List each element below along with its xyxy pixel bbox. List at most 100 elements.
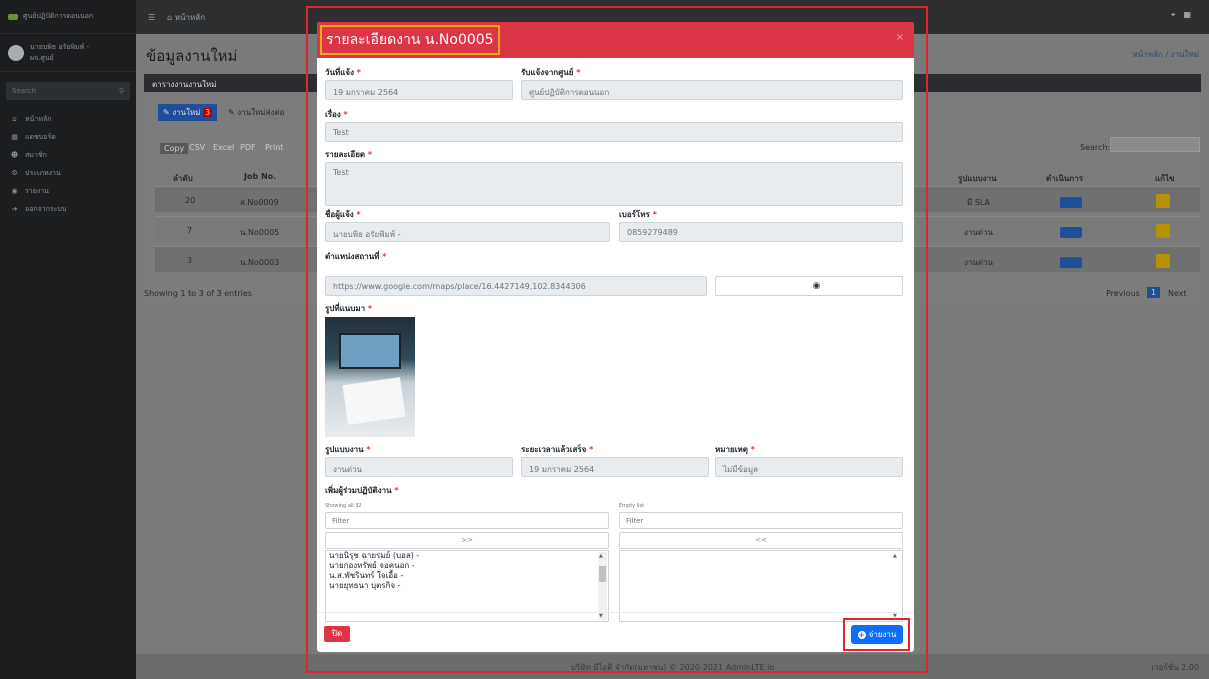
close-icon[interactable]: × bbox=[896, 32, 904, 43]
edit-button[interactable] bbox=[1156, 194, 1170, 208]
sidebar-item-dashboard[interactable]: ▦ แดชบอร์ด bbox=[0, 128, 136, 146]
received-from-field[interactable]: ศูนย์ปฏิบัติการตอนนอก bbox=[521, 80, 903, 100]
pager-previous[interactable]: Previous bbox=[1106, 289, 1140, 298]
edit-button[interactable] bbox=[1156, 254, 1170, 268]
sidebar-item-label: สมาชิก bbox=[25, 150, 47, 159]
scroll-down-icon[interactable]: ▼ bbox=[599, 613, 603, 619]
label-text: ตำแหน่งสถานที่ bbox=[325, 252, 380, 261]
cell-job-type: มี SLA bbox=[967, 198, 991, 207]
count-badge: 3 bbox=[203, 108, 213, 117]
user-name: นายบพิธ อรัยพิมพ์ - bbox=[30, 42, 90, 51]
col-header-job-type[interactable]: รูปแบบงาน bbox=[958, 172, 997, 185]
subject-field[interactable]: Test bbox=[325, 122, 903, 142]
sidebar-item-home[interactable]: ⌂ หน้าหลัก bbox=[0, 110, 136, 128]
list-item[interactable]: นายนิรุช ฉายรมย์ (บอล) - bbox=[326, 551, 608, 561]
left-filter-input[interactable] bbox=[325, 512, 609, 529]
duration-label: ระยะเวลาแล้วเสร็จ * bbox=[521, 445, 594, 454]
col-header-no[interactable]: ลำดับ bbox=[173, 172, 193, 185]
tab-forwarded-jobs[interactable]: ✎ งานใหม่ส่งต่อ bbox=[228, 106, 284, 119]
sidebar-item-label: ประเภทงาน bbox=[25, 168, 61, 177]
note-field[interactable]: ไม่มีข้อมูล bbox=[715, 457, 903, 477]
export-button-print[interactable]: Print bbox=[265, 143, 283, 152]
list-item[interactable]: นายยุทธนา บุตรกิจ - bbox=[326, 581, 608, 591]
move-all-right-button[interactable]: >> bbox=[325, 532, 609, 549]
modal-footer-divider bbox=[317, 612, 914, 613]
home-icon: ⌂ bbox=[167, 12, 175, 22]
col-header-edit[interactable]: แก้ไข bbox=[1155, 172, 1175, 185]
user-role: ผจ.ศูนย์ bbox=[30, 53, 54, 62]
cell-job-type: งานด่วน bbox=[964, 258, 994, 267]
sidebar-search[interactable]: Search ⚲ bbox=[6, 82, 130, 100]
list-item[interactable]: น.ส.พัชรินทร์ ใจเอื้อ - bbox=[326, 571, 608, 581]
pager-page-1[interactable]: 1 bbox=[1147, 287, 1161, 298]
location-field[interactable]: https://www.google.com/maps/place/16.442… bbox=[325, 276, 707, 296]
left-list-info: Showing all 32 bbox=[325, 503, 362, 509]
footer-version: เวอร์ชั่น 2.00 bbox=[1151, 662, 1199, 672]
col-header-job-no[interactable]: Job No. bbox=[244, 172, 276, 181]
export-button-copy[interactable]: Copy bbox=[160, 143, 189, 154]
attached-photo[interactable] bbox=[325, 317, 415, 437]
cell-no: 20 bbox=[185, 196, 196, 205]
export-button-excel[interactable]: Excel bbox=[213, 143, 234, 152]
show-button[interactable] bbox=[1060, 197, 1082, 208]
table-search-label: Search: bbox=[1080, 143, 1111, 152]
show-button[interactable] bbox=[1060, 257, 1082, 268]
scroll-up-icon[interactable]: ▲ bbox=[893, 553, 897, 559]
photo-paper bbox=[342, 377, 406, 425]
report-date-field[interactable]: 19 มกราคม 2564 bbox=[325, 80, 513, 100]
cogs-icon: ⚙ bbox=[11, 169, 18, 177]
list-item[interactable]: นายกองทรัพย์ จอคนอก - bbox=[326, 561, 608, 571]
footer: บริษัท มีไอดี จำกัด(มหาชน) © 2020-2021 A… bbox=[136, 655, 1209, 679]
edit-button[interactable] bbox=[1156, 224, 1170, 238]
sidebar-item-logout[interactable]: ➜ ออกจากระบบ bbox=[0, 200, 136, 218]
pager-next[interactable]: Next bbox=[1168, 289, 1187, 298]
label-text: หมายเหตุ bbox=[715, 445, 748, 454]
job-type-field[interactable]: งานด่วน bbox=[325, 457, 513, 477]
col-header-action[interactable]: ดำเนินการ bbox=[1046, 172, 1083, 185]
phone-field[interactable]: 0859279489 bbox=[619, 222, 903, 242]
right-filter-input[interactable] bbox=[619, 512, 903, 529]
topbar-home-link[interactable]: ⌂ หน้าหลัก bbox=[167, 11, 205, 24]
export-button-pdf[interactable]: PDF bbox=[240, 143, 256, 152]
phone-label: เบอร์โทร * bbox=[619, 210, 657, 219]
assign-job-button[interactable]: + จ่ายงาน bbox=[851, 625, 903, 644]
user-panel[interactable]: นายบพิธ อรัยพิมพ์ - ผจ.ศูนย์ bbox=[0, 34, 136, 72]
home-icon: ⌂ bbox=[12, 115, 17, 123]
label-text: รับแจ้งจากศูนย์ bbox=[521, 68, 574, 77]
details-textarea[interactable]: Test bbox=[325, 162, 903, 206]
brand-logo-icon bbox=[8, 13, 18, 20]
signout-icon: ➜ bbox=[11, 205, 18, 213]
list-scrollbar[interactable]: ▲ ▼ bbox=[892, 552, 901, 620]
table-search-input[interactable] bbox=[1110, 137, 1200, 152]
sidebar-search-input[interactable]: Search bbox=[12, 87, 36, 95]
duration-field[interactable]: 19 มกราคม 2564 bbox=[521, 457, 709, 477]
sidebar-item-members[interactable]: ☻ สมาชิก bbox=[0, 146, 136, 164]
scroll-up-icon[interactable]: ▲ bbox=[599, 553, 603, 559]
grid-icon[interactable]: ▦ bbox=[1183, 10, 1199, 19]
sidebar-item-label: หน้าหลัก bbox=[25, 114, 52, 123]
brand[interactable]: ศูนย์ปฏิบัติการตอนนอก bbox=[0, 0, 136, 34]
label-text: ชื่อผู้แจ้ง bbox=[325, 210, 354, 219]
reporter-field[interactable]: นายบพิธ อรัยพิมพ์ - bbox=[325, 222, 610, 242]
list-scrollbar[interactable]: ▲ ▼ bbox=[598, 552, 607, 620]
search-icon[interactable]: ⚲ bbox=[119, 87, 124, 95]
assign-label: จ่ายงาน bbox=[868, 630, 897, 639]
export-button-csv[interactable]: CSV bbox=[189, 143, 205, 152]
fullscreen-icon[interactable]: ⌖ bbox=[1171, 10, 1184, 19]
move-all-left-button[interactable]: << bbox=[619, 532, 903, 549]
plus-circle-icon: + bbox=[857, 630, 866, 639]
sidebar-item-label: แดชบอร์ด bbox=[25, 132, 56, 141]
show-button[interactable] bbox=[1060, 227, 1082, 238]
menu-toggle-icon[interactable]: ☰ bbox=[148, 13, 155, 22]
cell-no: 3 bbox=[187, 256, 193, 265]
globe-icon: ◉ bbox=[11, 187, 18, 195]
tab-new-jobs[interactable]: ✎ งานใหม่ 3 bbox=[158, 104, 218, 121]
users-icon: ☻ bbox=[10, 151, 19, 159]
close-button[interactable]: ปิด bbox=[324, 626, 350, 642]
breadcrumb[interactable]: หน้าหลัก / งานใหม่ bbox=[1133, 48, 1199, 61]
scroll-thumb[interactable] bbox=[599, 566, 606, 582]
sidebar-item-job-types[interactable]: ⚙ ประเภทงาน bbox=[0, 164, 136, 182]
edit-icon: ✎ bbox=[228, 108, 238, 117]
sidebar-item-reports[interactable]: ◉ รายงาน bbox=[0, 182, 136, 200]
label-text: ระยะเวลาแล้วเสร็จ bbox=[521, 445, 587, 454]
